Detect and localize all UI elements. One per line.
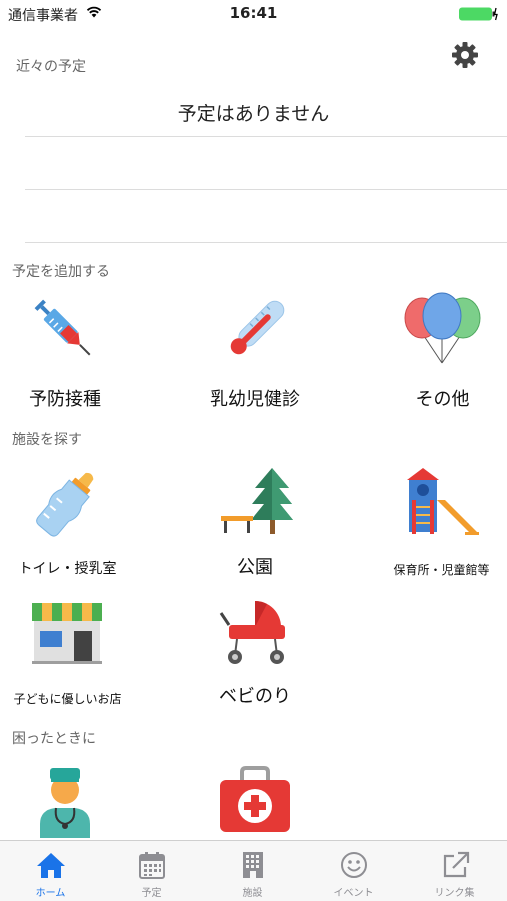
stroller-icon (219, 601, 285, 664)
first-aid-kit-icon (220, 766, 290, 832)
upcoming-label: 近々の予定 (16, 59, 86, 75)
tab-facilities-label: 施設 (242, 888, 263, 899)
park-button[interactable]: 公園 (190, 460, 320, 580)
toilet-nursing-label: トイレ・授乳室 (18, 561, 117, 577)
find-facility-label: 施設を探す (12, 432, 82, 448)
add-schedule-label: 予定を追加する (12, 264, 110, 280)
external-link-icon (443, 851, 470, 878)
tab-home-label: ホーム (35, 888, 66, 899)
battery-icon (459, 7, 498, 21)
first-aid-button[interactable] (215, 762, 295, 838)
vaccination-button[interactable]: 予防接種 (0, 285, 130, 410)
kid-friendly-shop-button[interactable]: 子どもに優しいお店 (0, 593, 135, 713)
tab-events[interactable]: イベント (303, 841, 404, 901)
tab-schedule-label: 予定 (141, 888, 162, 899)
calendar-icon (139, 852, 165, 879)
other-label: その他 (415, 389, 470, 410)
nursery-childcare-button[interactable]: 保育所・児童館等 (378, 460, 505, 580)
shop-icon (32, 603, 102, 664)
park-label: 公園 (237, 557, 273, 578)
divider (25, 242, 507, 243)
divider (25, 189, 507, 190)
health-checkup-label: 乳幼児健診 (210, 389, 300, 410)
building-icon (243, 852, 263, 878)
doctor-icon (40, 768, 90, 838)
no-schedule-text: 予定はありません (177, 103, 330, 125)
status-bar: 通信事業者 16:41 (0, 0, 507, 28)
tab-events-label: イベント (333, 888, 374, 899)
kid-friendly-shop-label: 子どもに優しいお店 (13, 692, 122, 706)
vaccination-label: 予防接種 (29, 389, 101, 410)
health-checkup-button[interactable]: 乳幼児健診 (185, 285, 325, 410)
baby-ride-label: ベビのり (219, 686, 291, 707)
playground-slide-icon (407, 468, 479, 535)
balloons-icon (404, 292, 481, 364)
tab-schedule[interactable]: 予定 (101, 841, 202, 901)
doctor-button[interactable] (25, 762, 105, 838)
toilet-nursing-button[interactable]: トイレ・授乳室 (0, 460, 135, 580)
tab-home[interactable]: ホーム (0, 841, 101, 901)
tab-facilities[interactable]: 施設 (202, 841, 303, 901)
home-icon (37, 853, 65, 878)
baby-ride-button[interactable]: ベビのり (190, 593, 320, 713)
other-schedule-button[interactable]: その他 (380, 285, 505, 410)
tab-links[interactable]: リンク集 (404, 841, 505, 901)
divider (25, 136, 507, 137)
clock: 16:41 (229, 4, 278, 22)
in-trouble-label: 困ったときに (12, 731, 96, 747)
nursery-childcare-label: 保育所・児童館等 (393, 563, 490, 577)
syringe-icon (34, 299, 91, 356)
smiley-icon (341, 852, 367, 878)
tab-bar: ホーム 予定 施設 イベント リンク集 (0, 840, 507, 901)
thermometer-icon (230, 300, 285, 355)
baby-bottle-icon (36, 472, 94, 537)
tab-links-label: リンク集 (434, 888, 475, 899)
park-icon (221, 468, 293, 534)
gear-icon[interactable] (450, 40, 480, 70)
